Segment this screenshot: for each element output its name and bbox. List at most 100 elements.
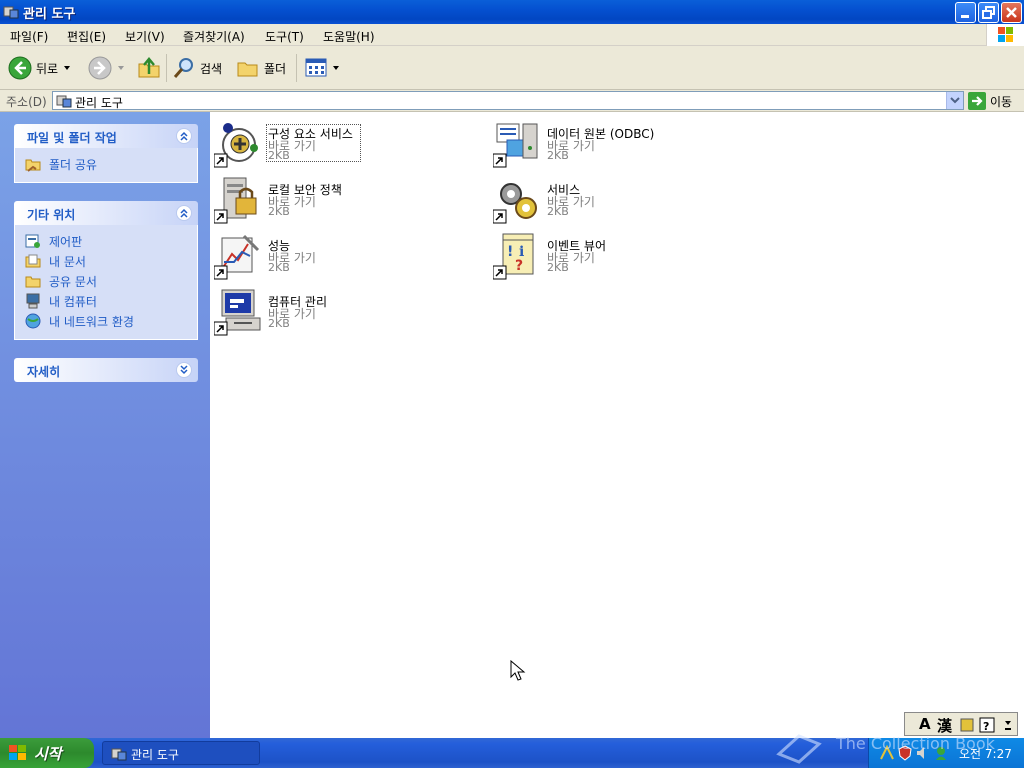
views-button[interactable]: [304, 56, 340, 80]
forward-arrow-icon: [88, 56, 112, 80]
svg-text:!: !: [507, 244, 513, 260]
pane-title: 기타 위치: [27, 208, 76, 222]
chevron-up-icon: [180, 131, 188, 141]
help-icon[interactable]: ?: [979, 717, 995, 733]
file-item-component-services[interactable]: 구성 요소 서비스 바로 가기 2KB: [210, 116, 480, 168]
file-size: 2KB: [547, 149, 569, 162]
collapse-button[interactable]: [176, 205, 192, 221]
dropdown-arrow-icon[interactable]: [62, 63, 72, 73]
file-item-computer-management[interactable]: 컴퓨터 관리 바로 가기 2KB: [210, 284, 480, 336]
control-panel-icon: [25, 234, 40, 248]
file-item-services[interactable]: 서비스 바로 가기 2KB: [489, 172, 759, 224]
control-panel-label: 제어판: [49, 234, 83, 249]
chevron-up-icon: [180, 208, 188, 218]
svg-text:?: ?: [983, 720, 989, 733]
my-documents-icon: [25, 254, 41, 268]
details-pane: 자세히: [14, 358, 198, 382]
watermark-text: The Collection Book: [836, 734, 995, 753]
local-security-policy-icon: [214, 177, 257, 224]
toolbar-separator: [166, 54, 167, 82]
folders-button[interactable]: 폴더: [236, 56, 286, 80]
watermark-book-icon: [776, 734, 822, 764]
menu-favorites[interactable]: 즐겨찾기(A): [183, 28, 245, 45]
ime-options-icon[interactable]: [1003, 717, 1013, 733]
folder-icon: [25, 276, 41, 288]
my-network-places-link[interactable]: 내 네트워크 환경: [15, 311, 197, 331]
my-network-places-label: 내 네트워크 환경: [49, 314, 134, 329]
file-item-local-security-policy[interactable]: 로컬 보안 정책 바로 가기 2KB: [210, 172, 480, 224]
title-bar[interactable]: 관리 도구: [0, 0, 1024, 24]
my-documents-link[interactable]: 내 문서: [15, 251, 197, 271]
views-icon: [305, 58, 327, 77]
control-panel-link[interactable]: 제어판: [15, 231, 197, 251]
address-dropdown-button[interactable]: [946, 92, 963, 109]
menu-edit[interactable]: 편집(E): [67, 28, 106, 45]
windows-logo: [986, 24, 1024, 46]
file-size: 2KB: [268, 205, 290, 218]
expand-button[interactable]: [176, 362, 192, 378]
svg-text:?: ?: [515, 258, 523, 274]
my-computer-link[interactable]: 내 컴퓨터: [15, 291, 197, 311]
my-documents-label: 내 문서: [49, 254, 86, 269]
chevron-down-icon: [180, 365, 188, 375]
network-globe-icon: [25, 313, 41, 329]
share-folder-link[interactable]: 폴더 공유: [15, 154, 197, 174]
ime-tool-icon[interactable]: [959, 717, 975, 733]
minimize-button[interactable]: [955, 2, 976, 23]
dropdown-arrow-icon[interactable]: [116, 63, 126, 73]
share-folder-label: 폴더 공유: [49, 157, 97, 172]
go-button[interactable]: 이동: [968, 92, 1012, 110]
up-folder-icon: [138, 57, 160, 78]
shared-documents-label: 공유 문서: [49, 274, 97, 289]
file-list-view: 구성 요소 서비스 바로 가기 2KB 데이터 원본 (ODBC) 바로 가기 …: [210, 112, 1024, 738]
go-label: 이동: [990, 94, 1013, 109]
mouse-cursor-icon: [510, 660, 526, 681]
pane-title: 자세히: [27, 365, 61, 379]
ime-mode-alpha[interactable]: A: [919, 715, 931, 733]
collapse-button[interactable]: [176, 128, 192, 144]
address-bar: 주소(D) 관리 도구 이동: [0, 90, 1024, 112]
taskbar-window-button[interactable]: 관리 도구: [102, 741, 260, 765]
menu-file[interactable]: 파일(F): [10, 28, 48, 45]
file-size: 2KB: [268, 149, 290, 162]
shared-documents-link[interactable]: 공유 문서: [15, 271, 197, 291]
data-sources-odbc-icon: [493, 123, 538, 168]
standard-toolbar: 뒤로 검색 폴더: [0, 46, 1024, 90]
window-title: 관리 도구: [23, 7, 76, 22]
other-places-pane: 기타 위치 제어판 내 문서 공유 문서 내 컴퓨터 내 네트워크 환경: [14, 201, 198, 340]
go-arrow-icon: [968, 92, 986, 110]
back-arrow-icon: [8, 56, 32, 80]
restore-button[interactable]: [978, 2, 999, 23]
close-button[interactable]: [1001, 2, 1022, 23]
restore-icon: [982, 6, 995, 19]
taskbar: 시작 관리 도구 오전 7:27 The Collection Book: [0, 734, 1024, 768]
address-value: 관리 도구: [75, 96, 123, 110]
menu-tools[interactable]: 도구(T): [265, 28, 304, 45]
file-folder-tasks-header[interactable]: 파일 및 폴더 작업: [14, 124, 198, 148]
other-places-header[interactable]: 기타 위치: [14, 201, 198, 225]
admin-tools-icon: [111, 748, 127, 761]
file-size: 2KB: [268, 317, 290, 330]
search-button[interactable]: 검색: [172, 56, 222, 80]
task-pane: 파일 및 폴더 작업 폴더 공유 기타 위치 제어판 내 문서 공유 문서 내 …: [0, 112, 210, 738]
windows-flag-icon: [998, 27, 1013, 42]
pane-title: 파일 및 폴더 작업: [27, 131, 117, 145]
details-header[interactable]: 자세히: [14, 358, 198, 382]
forward-button[interactable]: [88, 56, 126, 80]
up-folder-button[interactable]: [136, 56, 162, 80]
menu-view[interactable]: 보기(V): [125, 28, 165, 45]
start-label: 시작: [34, 745, 62, 763]
my-computer-icon: [26, 293, 40, 309]
start-button[interactable]: 시작: [0, 738, 94, 768]
minimize-icon: [961, 15, 969, 18]
ime-language-bar[interactable]: A 漢 ?: [904, 712, 1018, 736]
ime-mode-hanja[interactable]: 漢: [937, 715, 952, 736]
menu-help[interactable]: 도움말(H): [323, 28, 375, 45]
file-item-odbc[interactable]: 데이터 원본 (ODBC) 바로 가기 2KB: [489, 116, 759, 168]
file-item-performance[interactable]: 성능 바로 가기 2KB: [210, 228, 480, 280]
back-button[interactable]: 뒤로: [8, 56, 72, 80]
file-item-event-viewer[interactable]: ! i ? 이벤트 뷰어 바로 가기 2KB: [489, 228, 759, 280]
folders-label: 폴더: [264, 61, 287, 76]
address-label: 주소(D): [6, 95, 47, 109]
address-input[interactable]: 관리 도구: [52, 91, 964, 110]
